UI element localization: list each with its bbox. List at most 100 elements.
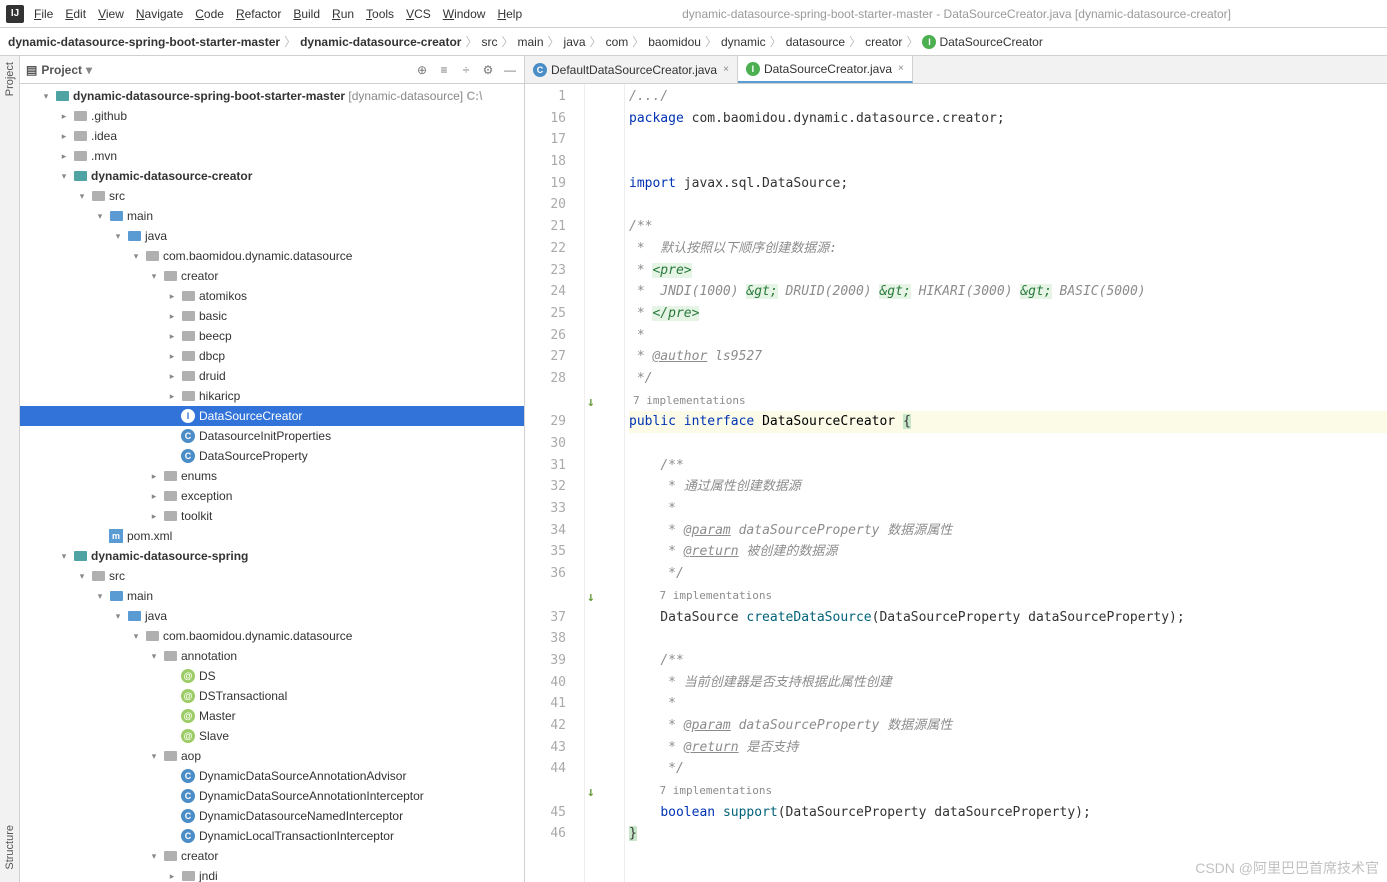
tree-arrow[interactable] [74, 191, 90, 202]
breadcrumb-item[interactable]: dynamic [721, 35, 766, 49]
editor-tab[interactable]: IDataSourceCreator.java× [738, 56, 913, 83]
code-line[interactable] [629, 433, 1387, 455]
tree-arrow[interactable] [164, 351, 180, 362]
inlay-hint[interactable]: 7 implementations [629, 780, 1387, 802]
project-tool-tab[interactable]: Project [2, 56, 18, 102]
has-implementations-icon[interactable] [587, 587, 595, 609]
tree-arrow[interactable] [146, 851, 162, 862]
code-area[interactable]: /.../package com.baomidou.dynamic.dataso… [625, 84, 1387, 882]
menu-build[interactable]: Build [293, 7, 320, 21]
tree-arrow[interactable] [146, 471, 162, 482]
tree-arrow[interactable] [92, 211, 108, 222]
tree-node-dynamic-datasource-spring[interactable]: dynamic-datasource-spring [20, 546, 524, 566]
tree-node-DS[interactable]: @DS [20, 666, 524, 686]
breadcrumb-item[interactable]: IDataSourceCreator [922, 35, 1042, 49]
tree-node-annotation[interactable]: annotation [20, 646, 524, 666]
code-line[interactable]: * @return 被创建的数据源 [629, 541, 1387, 563]
breadcrumb-item[interactable]: dynamic-datasource-spring-boot-starter-m… [8, 35, 280, 49]
tree-node-com-baomidou-dynamic-datasource[interactable]: com.baomidou.dynamic.datasource [20, 246, 524, 266]
structure-tool-tab[interactable]: Structure [2, 819, 18, 876]
code-line[interactable]: * @return 是否支持 [629, 737, 1387, 759]
tree-arrow[interactable] [128, 631, 144, 642]
code-line[interactable]: package com.baomidou.dynamic.datasource.… [629, 108, 1387, 130]
tree-node-main[interactable]: main [20, 206, 524, 226]
code-line[interactable]: import javax.sql.DataSource; [629, 173, 1387, 195]
code-line[interactable]: * @author ls9527 [629, 346, 1387, 368]
tree-arrow[interactable] [164, 371, 180, 382]
code-line[interactable] [629, 151, 1387, 173]
tree-node-DataSourceCreator[interactable]: IDataSourceCreator [20, 406, 524, 426]
tree-node-DynamicDataSourceAnnotationInterceptor[interactable]: CDynamicDataSourceAnnotationInterceptor [20, 786, 524, 806]
breadcrumb-item[interactable]: com [606, 35, 629, 49]
code-line[interactable]: /** [629, 650, 1387, 672]
code-line[interactable]: * 当前创建器是否支持根据此属性创建 [629, 672, 1387, 694]
tree-arrow[interactable] [56, 551, 72, 562]
tree-node-main[interactable]: main [20, 586, 524, 606]
code-line[interactable]: */ [629, 563, 1387, 585]
tree-node-DSTransactional[interactable]: @DSTransactional [20, 686, 524, 706]
tree-node-dynamic-datasource-spring-boot-starter-master[interactable]: dynamic-datasource-spring-boot-starter-m… [20, 86, 524, 106]
tree-arrow[interactable] [164, 291, 180, 302]
tree-node-creator[interactable]: creator [20, 266, 524, 286]
tree-node-enums[interactable]: enums [20, 466, 524, 486]
tree-node-DatasourceInitProperties[interactable]: CDatasourceInitProperties [20, 426, 524, 446]
code-line[interactable]: * 默认按照以下顺序创建数据源: [629, 238, 1387, 260]
code-line[interactable]: DataSource createDataSource(DataSourcePr… [629, 607, 1387, 629]
tree-node-DynamicDatasourceNamedInterceptor[interactable]: CDynamicDatasourceNamedInterceptor [20, 806, 524, 826]
tree-arrow[interactable] [56, 131, 72, 142]
menu-edit[interactable]: Edit [65, 7, 86, 21]
breadcrumb-item[interactable]: java [564, 35, 586, 49]
tree-arrow[interactable] [164, 311, 180, 322]
tree-arrow[interactable] [110, 611, 126, 622]
breadcrumb-item[interactable]: main [518, 35, 544, 49]
tree-arrow[interactable] [164, 391, 180, 402]
tree-arrow[interactable] [146, 511, 162, 522]
tree-node-src[interactable]: src [20, 566, 524, 586]
breadcrumb-item[interactable]: datasource [786, 35, 845, 49]
tree-node--github[interactable]: .github [20, 106, 524, 126]
code-line[interactable] [629, 628, 1387, 650]
tree-node-Master[interactable]: @Master [20, 706, 524, 726]
code-line[interactable]: * [629, 498, 1387, 520]
code-line[interactable]: * @param dataSourceProperty 数据源属性 [629, 520, 1387, 542]
tree-node-toolkit[interactable]: toolkit [20, 506, 524, 526]
menu-help[interactable]: Help [497, 7, 522, 21]
menu-tools[interactable]: Tools [366, 7, 394, 21]
menu-run[interactable]: Run [332, 7, 354, 21]
inlay-hint[interactable]: 7 implementations [629, 390, 1387, 412]
code-line[interactable]: public interface DataSourceCreator { [629, 411, 1387, 433]
tree-arrow[interactable] [146, 651, 162, 662]
tree-arrow[interactable] [56, 111, 72, 122]
code-line[interactable]: boolean support(DataSourceProperty dataS… [629, 802, 1387, 824]
has-implementations-icon[interactable] [587, 782, 595, 804]
tree-arrow[interactable] [74, 571, 90, 582]
code-line[interactable]: * </pre> [629, 303, 1387, 325]
breadcrumb-item[interactable]: baomidou [648, 35, 701, 49]
tree-node--mvn[interactable]: .mvn [20, 146, 524, 166]
inlay-hint[interactable]: 7 implementations [629, 585, 1387, 607]
tree-node-pom-xml[interactable]: mpom.xml [20, 526, 524, 546]
tree-node-beecp[interactable]: beecp [20, 326, 524, 346]
close-icon[interactable]: × [898, 63, 904, 74]
tree-node-com-baomidou-dynamic-datasource[interactable]: com.baomidou.dynamic.datasource [20, 626, 524, 646]
code-line[interactable] [629, 129, 1387, 151]
tree-node-Slave[interactable]: @Slave [20, 726, 524, 746]
tree-arrow[interactable] [146, 271, 162, 282]
menu-code[interactable]: Code [195, 7, 224, 21]
chevron-down-icon[interactable]: ▾ [86, 63, 92, 77]
tree-arrow[interactable] [38, 91, 54, 102]
menu-vcs[interactable]: VCS [406, 7, 431, 21]
tree-arrow[interactable] [164, 871, 180, 882]
breadcrumb-item[interactable]: src [481, 35, 497, 49]
hide-icon[interactable]: — [502, 62, 518, 78]
tree-node-exception[interactable]: exception [20, 486, 524, 506]
tree-node-druid[interactable]: druid [20, 366, 524, 386]
tree-arrow[interactable] [146, 491, 162, 502]
code-line[interactable]: * JNDI(1000) &gt; DRUID(2000) &gt; HIKAR… [629, 281, 1387, 303]
menu-refactor[interactable]: Refactor [236, 7, 281, 21]
tree-arrow[interactable] [110, 231, 126, 242]
code-line[interactable]: } [629, 823, 1387, 845]
tree-arrow[interactable] [56, 171, 72, 182]
code-line[interactable]: /.../ [629, 86, 1387, 108]
tree-node-atomikos[interactable]: atomikos [20, 286, 524, 306]
